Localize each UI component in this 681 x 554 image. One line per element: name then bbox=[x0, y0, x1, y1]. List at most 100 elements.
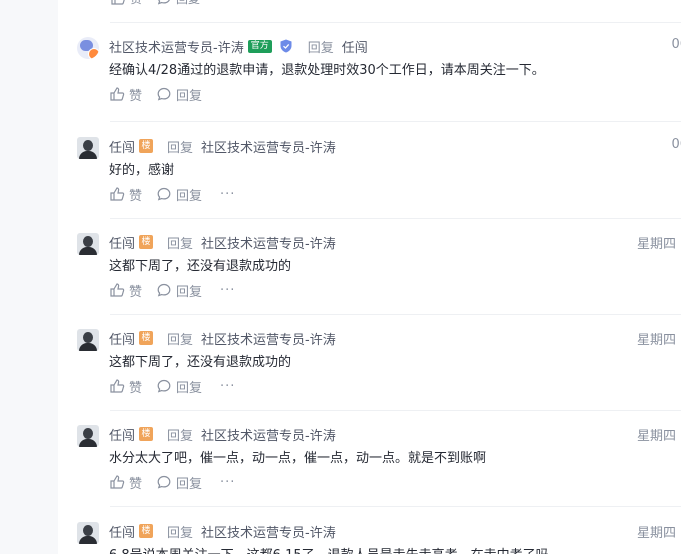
reply-indicator: 回复 bbox=[167, 428, 194, 444]
thumbs-up-icon bbox=[110, 283, 125, 297]
reply-target-name[interactable]: 社区技术运营专员-许涛 bbox=[201, 233, 336, 252]
comment-icon bbox=[157, 283, 171, 297]
avatar[interactable] bbox=[77, 522, 99, 544]
reply-label: 回复 bbox=[176, 476, 203, 492]
divider bbox=[110, 218, 681, 219]
official-badge: 官方 bbox=[247, 39, 272, 53]
more-options-icon[interactable]: ··· bbox=[220, 283, 235, 298]
reply-target-name[interactable]: 社区技术运营专员-许涛 bbox=[201, 137, 336, 156]
comment-text: 6.8号说本周关注一下，这都6.15了，退款人员是走先走高考，在走中考了吗 bbox=[109, 544, 549, 554]
thumbs-up-icon bbox=[110, 187, 125, 201]
comment-icon bbox=[157, 0, 170, 5]
timestamp: 星期四 08: bbox=[636, 429, 681, 444]
comment-item: 任闯 楼 回复 社区技术运营专员-许涛 星期四 08: 这都下周了，还没有退款成… bbox=[58, 329, 681, 409]
comment-icon bbox=[157, 379, 171, 393]
status-dot-icon bbox=[88, 48, 99, 59]
like-label: 赞 bbox=[130, 0, 142, 7]
reply-indicator: 回复 bbox=[167, 525, 194, 541]
author-name[interactable]: 任闯 bbox=[109, 233, 135, 252]
more-options-icon[interactable]: ··· bbox=[220, 187, 235, 202]
reply-target-name[interactable]: 社区技术运营专员-许涛 bbox=[201, 425, 336, 444]
comment-text: 这都下周了，还没有退款成功的 bbox=[109, 355, 292, 370]
comment-meta: 任闯 楼 回复 社区技术运营专员-许涛 bbox=[109, 137, 336, 156]
like-label: 赞 bbox=[129, 380, 143, 396]
reply-button[interactable]: 回复 bbox=[156, 473, 202, 492]
timestamp: 星期四 08: bbox=[636, 333, 681, 348]
author-badge: 楼 bbox=[139, 427, 154, 441]
reply-indicator: 回复 bbox=[167, 236, 194, 252]
comment-meta: 任闯 楼 回复 社区技术运营专员-许涛 bbox=[109, 233, 336, 252]
thumbs-up-icon bbox=[110, 87, 125, 101]
reply-button[interactable]: 回复 bbox=[156, 377, 202, 396]
divider bbox=[110, 410, 681, 411]
avatar[interactable] bbox=[77, 37, 99, 59]
comment-item: 社区技术运营专员-许涛 官方 回复 任闯 06-0 经确认4/28通过的退款申请… bbox=[58, 37, 681, 117]
reply-label: 回复 bbox=[176, 188, 203, 204]
comment-meta: 社区技术运营专员-许涛 官方 回复 任闯 bbox=[109, 37, 368, 56]
comment-actions: 赞 回复 bbox=[109, 85, 216, 104]
comment-item: 任闯 楼 回复 社区技术运营专员-许涛 星期四 08: 6.8号说本周关注一下，… bbox=[58, 522, 681, 554]
reply-indicator: 回复 bbox=[167, 332, 194, 348]
thumbs-up-icon bbox=[110, 379, 125, 393]
comment-item: 任闯 楼 回复 社区技术运营专员-许涛 星期四 08: 这都下周了，还没有退款成… bbox=[58, 233, 681, 313]
reply-button[interactable]: 回复 bbox=[156, 185, 202, 204]
like-label: 赞 bbox=[129, 188, 143, 204]
reply-button[interactable]: 回复 bbox=[156, 0, 200, 7]
like-button[interactable]: 赞 bbox=[109, 377, 142, 396]
avatar[interactable] bbox=[77, 233, 99, 255]
divider bbox=[110, 22, 681, 23]
comment-icon bbox=[157, 87, 171, 101]
more-options-icon[interactable]: ··· bbox=[220, 475, 235, 490]
reply-indicator: 回复 bbox=[167, 140, 194, 156]
like-label: 赞 bbox=[129, 284, 143, 300]
comment-text: 水分太大了吧，催一点，动一点，催一点，动一点。就是不到账啊 bbox=[109, 451, 487, 466]
reply-target-name[interactable]: 任闯 bbox=[342, 37, 368, 56]
comment-text: 好的，感谢 bbox=[109, 163, 175, 178]
comment-meta: 任闯 楼 回复 社区技术运营专员-许涛 bbox=[109, 329, 336, 348]
reply-label: 回复 bbox=[176, 380, 203, 396]
divider bbox=[110, 506, 681, 507]
reply-button[interactable]: 回复 bbox=[156, 281, 202, 300]
comment-meta: 任闯 楼 回复 社区技术运营专员-许涛 bbox=[109, 425, 336, 444]
avatar[interactable] bbox=[77, 329, 99, 351]
author-name[interactable]: 任闯 bbox=[109, 522, 135, 541]
shield-icon bbox=[280, 39, 292, 53]
comment-item: 任闯 楼 回复 社区技术运营专员-许涛 06-0 好的，感谢 赞 回复 ··· bbox=[58, 137, 681, 217]
comment-thread: 赞 回复 社区技术运营专员-许涛 官方 回复 任闯 06-0 经确认4/28通过… bbox=[58, 0, 681, 554]
author-badge: 楼 bbox=[139, 524, 154, 538]
comment-item: 任闯 楼 回复 社区技术运营专员-许涛 星期四 08: 水分太大了吧，催一点，动… bbox=[58, 425, 681, 505]
author-name[interactable]: 社区技术运营专员-许涛 bbox=[109, 37, 244, 56]
timestamp: 06-0 bbox=[671, 37, 681, 52]
comment-icon bbox=[157, 475, 171, 489]
reply-button[interactable]: 回复 bbox=[156, 85, 202, 104]
avatar[interactable] bbox=[77, 137, 99, 159]
comment-actions: 赞 回复 ··· bbox=[109, 281, 235, 300]
reply-target-name[interactable]: 社区技术运营专员-许涛 bbox=[201, 329, 336, 348]
reply-target-name[interactable]: 社区技术运营专员-许涛 bbox=[201, 522, 336, 541]
like-button[interactable]: 赞 bbox=[109, 473, 142, 492]
thumbs-up-icon bbox=[110, 475, 125, 489]
like-button[interactable]: 赞 bbox=[109, 281, 142, 300]
avatar[interactable] bbox=[77, 425, 99, 447]
prev-comment-actions: 赞 回复 bbox=[110, 0, 214, 6]
comment-actions: 赞 回复 ··· bbox=[109, 473, 235, 492]
author-name[interactable]: 任闯 bbox=[109, 425, 135, 444]
timestamp: 星期四 08: bbox=[636, 526, 681, 541]
more-options-icon[interactable]: ··· bbox=[220, 379, 235, 394]
like-label: 赞 bbox=[129, 476, 143, 492]
comment-text: 经确认4/28通过的退款申请，退款处理时效30个工作日，请本周关注一下。 bbox=[109, 63, 545, 78]
reply-label: 回复 bbox=[176, 88, 203, 104]
comment-text: 这都下周了，还没有退款成功的 bbox=[109, 259, 292, 274]
author-name[interactable]: 任闯 bbox=[109, 137, 135, 156]
author-name[interactable]: 任闯 bbox=[109, 329, 135, 348]
timestamp: 星期四 08: bbox=[636, 237, 681, 252]
comment-meta: 任闯 楼 回复 社区技术运营专员-许涛 bbox=[109, 522, 336, 541]
author-badge: 楼 bbox=[139, 139, 154, 153]
like-button[interactable]: 赞 bbox=[110, 0, 142, 7]
comment-icon bbox=[157, 187, 171, 201]
like-button[interactable]: 赞 bbox=[109, 85, 142, 104]
reply-label: 回复 bbox=[176, 284, 203, 300]
reply-label: 回复 bbox=[176, 0, 200, 7]
like-button[interactable]: 赞 bbox=[109, 185, 142, 204]
author-badge: 楼 bbox=[139, 331, 154, 345]
